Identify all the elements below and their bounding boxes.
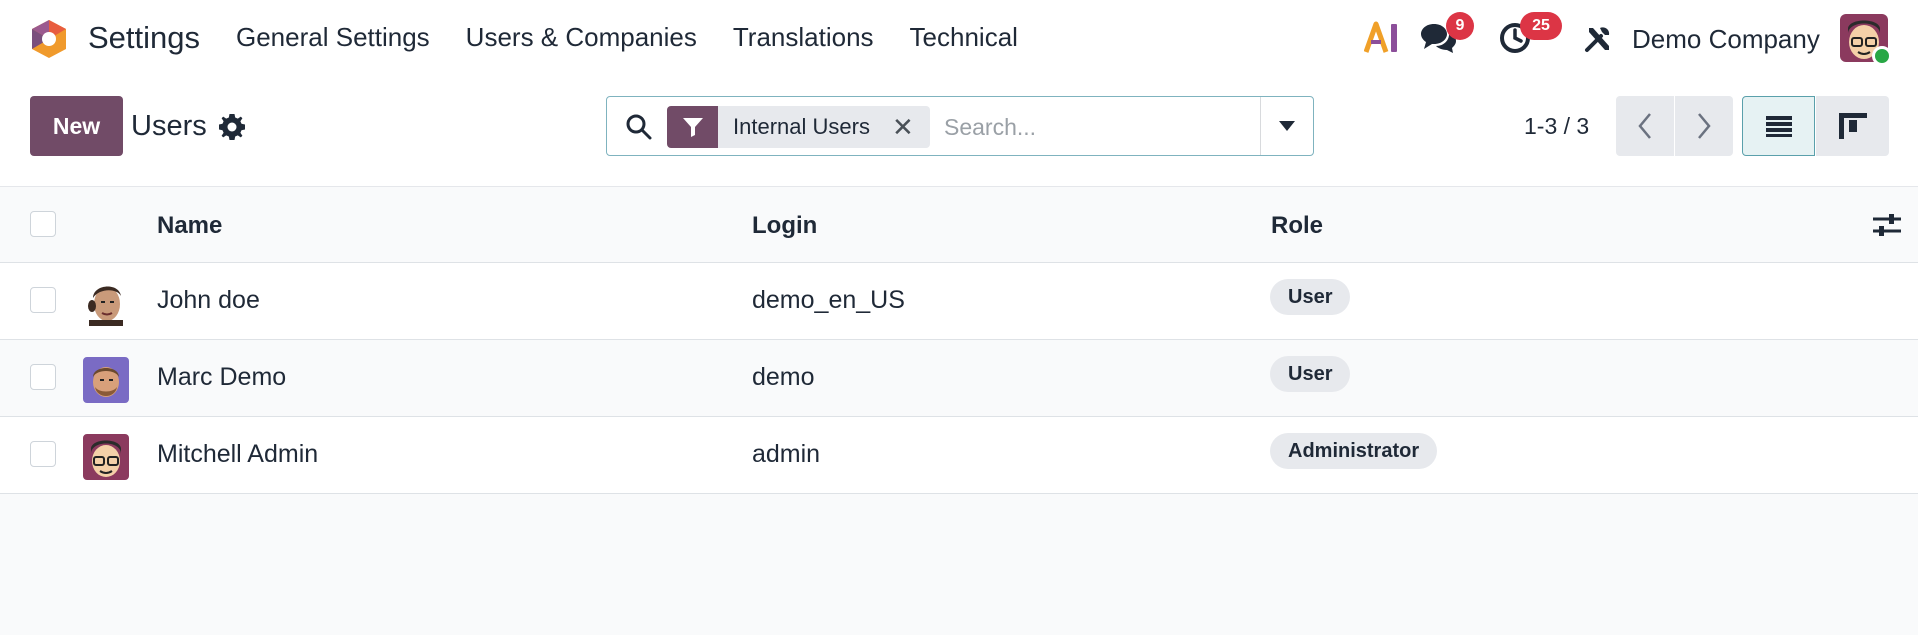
- optional-columns-icon[interactable]: [1873, 212, 1901, 238]
- messages-count-badge: 9: [1446, 12, 1474, 40]
- app-logo-icon[interactable]: [29, 18, 69, 60]
- user-name: Mitchell Admin: [157, 440, 319, 468]
- avatar: [83, 280, 129, 326]
- chevron-right-icon: [1698, 113, 1711, 139]
- role-badge: Administrator: [1270, 433, 1438, 469]
- table-header: Name Login Role: [0, 187, 1918, 263]
- app-name[interactable]: Settings: [88, 20, 200, 56]
- column-header-role[interactable]: Role: [1271, 212, 1323, 240]
- table-row[interactable]: Mitchell Admin admin Administrator: [0, 417, 1918, 494]
- kanban-view-button[interactable]: [1816, 96, 1889, 156]
- control-panel: New Users Internal Users ✕ 1-3 / 3: [0, 78, 1918, 187]
- activities-count-badge: 25: [1520, 12, 1562, 40]
- page-title: Users: [131, 110, 207, 142]
- menu-general-settings[interactable]: General Settings: [236, 22, 430, 53]
- pager-next-button[interactable]: [1675, 96, 1733, 156]
- table-row[interactable]: Marc Demo demo User: [0, 340, 1918, 417]
- row-checkbox[interactable]: [30, 287, 56, 313]
- search-icon[interactable]: [625, 113, 653, 141]
- avatar: [83, 357, 129, 403]
- user-login: demo_en_US: [752, 286, 905, 314]
- row-checkbox[interactable]: [30, 441, 56, 467]
- avatar: [83, 434, 129, 480]
- menu-technical[interactable]: Technical: [910, 22, 1018, 53]
- role-badge: User: [1270, 279, 1351, 315]
- new-button[interactable]: New: [30, 96, 123, 156]
- column-header-login[interactable]: Login: [752, 212, 817, 240]
- search-facet: Internal Users ✕: [667, 106, 930, 148]
- user-name: Marc Demo: [157, 363, 287, 391]
- top-navbar: Settings General Settings Users & Compan…: [0, 0, 1918, 78]
- search-bar: Internal Users ✕: [606, 96, 1314, 156]
- column-header-name[interactable]: Name: [157, 212, 222, 240]
- role-badge: User: [1270, 356, 1351, 392]
- pager-previous-button[interactable]: [1616, 96, 1674, 156]
- user-login: admin: [752, 440, 821, 468]
- table-row[interactable]: John doe demo_en_US User: [0, 263, 1918, 340]
- kanban-view-icon: [1838, 113, 1867, 139]
- filter-icon: [667, 106, 718, 148]
- menu-translations[interactable]: Translations: [733, 22, 874, 53]
- main-menu: General Settings Users & Companies Trans…: [236, 22, 1018, 53]
- online-status-dot: [1872, 46, 1892, 66]
- pager-value[interactable]: 1-3 / 3: [1524, 113, 1589, 140]
- user-login: demo: [752, 363, 815, 391]
- chevron-left-icon: [1638, 113, 1651, 139]
- list-view-icon: [1765, 116, 1792, 137]
- search-options-toggle[interactable]: [1260, 97, 1313, 155]
- users-list: Name Login Role John doe demo_en_US User: [0, 187, 1918, 494]
- user-name: John doe: [157, 286, 260, 314]
- company-switcher[interactable]: Demo Company: [1632, 24, 1820, 55]
- select-all-checkbox[interactable]: [30, 211, 56, 237]
- list-view-button[interactable]: [1742, 96, 1815, 156]
- caret-down-icon: [1279, 121, 1295, 131]
- facet-label: Internal Users: [733, 114, 870, 139]
- search-input[interactable]: [944, 107, 1244, 147]
- ai-icon[interactable]: [1364, 20, 1400, 54]
- debug-tools-icon[interactable]: [1583, 24, 1613, 54]
- menu-users-companies[interactable]: Users & Companies: [466, 22, 697, 53]
- row-checkbox[interactable]: [30, 364, 56, 390]
- facet-close-icon[interactable]: ✕: [892, 114, 914, 140]
- gear-icon[interactable]: [219, 114, 245, 140]
